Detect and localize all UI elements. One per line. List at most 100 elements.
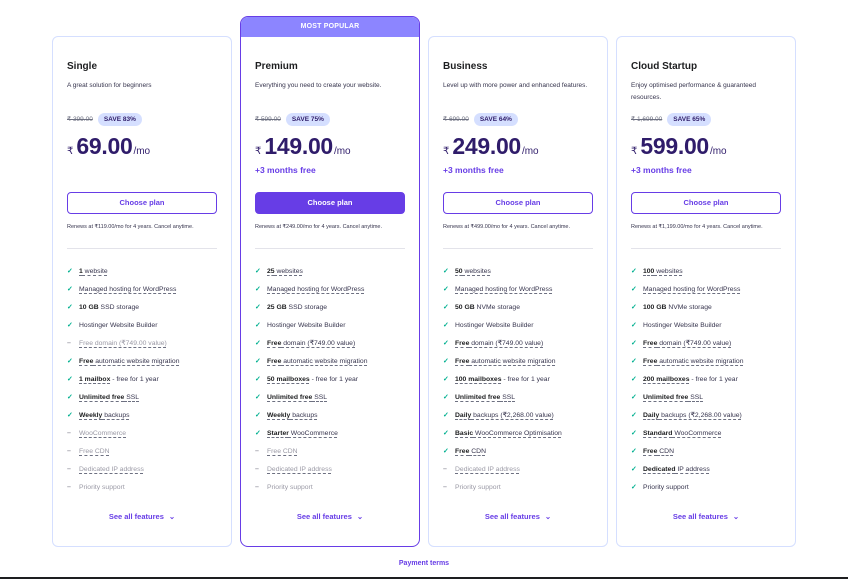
feature-detail: SSL: [312, 393, 328, 401]
feature-text: Daily backups (₹2,268.00 value): [643, 411, 742, 419]
check-icon: ✓: [443, 322, 449, 329]
feature-highlight: Basic: [455, 429, 474, 437]
see-all-features-link[interactable]: See all features ⌄: [429, 512, 607, 521]
choose-plan-button[interactable]: Choose plan: [255, 192, 405, 214]
payment-terms-link[interactable]: Payment terms: [0, 560, 848, 567]
check-icon: ✓: [255, 358, 261, 365]
chevron-down-icon: ⌄: [544, 512, 552, 521]
feature-highlight: 200 mailboxes: [643, 375, 690, 383]
feature-text: Basic WooCommerce Optimisation: [455, 430, 562, 437]
feature-item: ✓ Priority support: [631, 478, 785, 496]
dash-icon: –: [67, 483, 71, 491]
feature-detail: Managed hosting for WordPress: [643, 285, 741, 293]
check-icon: ✓: [443, 376, 449, 383]
see-all-features-link[interactable]: See all features ⌄: [617, 512, 795, 521]
feature-highlight: Weekly: [79, 411, 103, 419]
check-icon: ✓: [631, 286, 637, 293]
feature-text: Managed hosting for WordPress: [455, 286, 552, 293]
feature-item: ✓ 1 website: [67, 262, 221, 280]
check-icon: ✓: [255, 286, 261, 293]
feature-highlight: Starter: [267, 429, 289, 437]
check-icon: ✓: [255, 322, 261, 329]
plan-name: Cloud Startup: [631, 61, 698, 72]
feature-text: WooCommerce: [79, 430, 126, 437]
renewal-note: Renews at ₹499.00/mo for 4 years. Cancel…: [443, 224, 571, 230]
price-row: ₹ 399.00 SAVE 83%: [67, 111, 217, 127]
check-icon: ✓: [255, 304, 261, 311]
feature-text: Unlimited free SSL: [79, 394, 139, 401]
feature-detail: Priority support: [643, 483, 689, 491]
feature-item: ✓ Free CDN: [631, 442, 785, 460]
feature-item: ✓ Free CDN: [443, 442, 597, 460]
check-icon: ✓: [443, 448, 449, 455]
feature-text: Unlimited free SSL: [267, 394, 327, 401]
currency-symbol: ₹: [67, 146, 74, 157]
feature-highlight: Free: [267, 340, 282, 347]
feature-text: Free automatic website migration: [267, 358, 368, 365]
feature-item: – Priority support: [443, 478, 597, 496]
feature-text: Priority support: [267, 484, 313, 491]
renewal-note: Renews at ₹1,199.00/mo for 4 years. Canc…: [631, 224, 763, 230]
feature-detail: Managed hosting for WordPress: [455, 285, 553, 293]
feature-item: ✓ 25 GB SSD storage: [255, 298, 409, 316]
see-all-features-link[interactable]: See all features ⌄: [53, 512, 231, 521]
feature-detail: SSL: [500, 393, 516, 401]
feature-text: 100 GB NVMe storage: [643, 304, 712, 311]
check-icon: ✓: [631, 484, 637, 491]
feature-item: – Dedicated IP address: [255, 460, 409, 478]
feature-detail: - free for 1 year: [689, 375, 738, 383]
price-period: /mo: [521, 146, 539, 157]
dash-icon: –: [67, 339, 71, 347]
feature-item: ✓ Hostinger Website Builder: [443, 316, 597, 334]
plan-description: Everything you need to create your websi…: [255, 82, 382, 89]
price-period: /mo: [333, 146, 351, 157]
feature-text: 200 mailboxes - free for 1 year: [643, 376, 738, 383]
feature-text: Weekly backups: [267, 412, 318, 419]
feature-text: Standard WooCommerce: [643, 430, 721, 437]
feature-detail: websites: [654, 267, 683, 275]
feature-detail: backups (₹2,268.00 value): [471, 412, 554, 419]
feature-text: Free domain (₹749.00 value): [267, 339, 355, 347]
feature-detail: Priority support: [79, 483, 125, 491]
check-icon: ✓: [443, 358, 449, 365]
feature-list: ✓ 25 websites ✓ Managed hosting for WordPre…: [255, 262, 409, 496]
check-icon: ✓: [443, 304, 449, 311]
check-icon: ✓: [631, 376, 637, 383]
dash-icon: –: [67, 429, 71, 437]
feature-item: ✓ 50 GB NVMe storage: [443, 298, 597, 316]
original-price: ₹ 599.00: [255, 116, 281, 123]
feature-list: ✓ 50 websites ✓ Managed hosting for WordPre…: [443, 262, 597, 496]
feature-text: Hostinger Website Builder: [79, 322, 157, 329]
feature-item: ✓ 50 mailboxes - free for 1 year: [255, 370, 409, 388]
feature-text: Free domain (₹749.00 value): [455, 339, 543, 347]
feature-text: Free domain (₹749.00 value): [79, 339, 167, 347]
dash-icon: –: [443, 465, 447, 473]
see-all-features-link[interactable]: See all features ⌄: [241, 512, 419, 521]
feature-highlight: 100 GB: [643, 303, 667, 311]
choose-plan-button[interactable]: Choose plan: [67, 192, 217, 214]
renewal-note: Renews at ₹249.00/mo for 4 years. Cancel…: [255, 224, 383, 230]
check-icon: ✓: [631, 466, 637, 473]
feature-detail: WooCommerce: [79, 429, 127, 437]
choose-plan-button[interactable]: Choose plan: [443, 192, 593, 214]
price-amount: 69.00: [76, 133, 133, 159]
feature-item: ✓ 100 mailboxes - free for 1 year: [443, 370, 597, 388]
feature-item: – Priority support: [67, 478, 221, 496]
plan-card-premium: MOST POPULAR Premium Everything you need t…: [240, 16, 420, 547]
feature-text: Free CDN: [455, 448, 486, 455]
feature-list: ✓ 100 websites ✓ Managed hosting for WordPr…: [631, 262, 785, 496]
feature-item: ✓ 100 websites: [631, 262, 785, 280]
choose-plan-button[interactable]: Choose plan: [631, 192, 781, 214]
check-icon: ✓: [631, 322, 637, 329]
feature-text: Hostinger Website Builder: [267, 322, 345, 329]
check-icon: ✓: [443, 412, 449, 419]
bonus-months: +3 months free: [631, 165, 692, 175]
feature-text: 50 GB NVMe storage: [455, 304, 520, 311]
dash-icon: –: [255, 465, 259, 473]
feature-detail: Hostinger Website Builder: [79, 321, 158, 329]
feature-text: Hostinger Website Builder: [455, 322, 533, 329]
feature-text: 1 website: [79, 268, 108, 275]
feature-text: Managed hosting for WordPress: [79, 286, 176, 293]
feature-detail: SSD storage: [286, 303, 328, 311]
feature-detail: CDN: [469, 447, 486, 455]
